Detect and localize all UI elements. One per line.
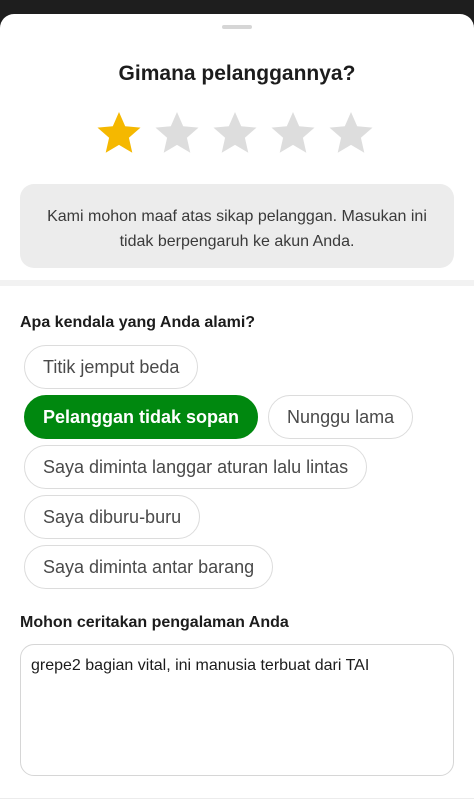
drag-handle[interactable] — [222, 25, 252, 29]
sheet-title: Gimana pelanggannya? — [118, 62, 356, 85]
apology-notice: Kami mohon maaf atas sikap pelanggan. Ma… — [20, 184, 454, 268]
star-5-icon[interactable] — [327, 109, 375, 157]
story-label: Mohon ceritakan pengalaman Anda — [20, 614, 289, 631]
issue-chip-nunggu-lama[interactable]: Nunggu lama — [268, 395, 414, 439]
star-3-icon[interactable] — [211, 109, 259, 157]
section-divider — [0, 280, 474, 286]
star-rating — [95, 109, 385, 161]
star-2-icon[interactable] — [153, 109, 201, 157]
issues-label: Apa kendala yang Anda alami? — [20, 314, 256, 331]
story-textarea[interactable]: grepe2 bagian vital, ini manusia terbuat… — [20, 644, 454, 776]
issue-chip-titik-jemput[interactable]: Titik jemput beda — [24, 345, 199, 389]
issue-chip-pelanggan-tidak-sopan[interactable]: Pelanggan tidak sopan — [24, 395, 259, 439]
issue-chip-diburu-buru[interactable]: Saya diburu-buru — [24, 495, 201, 539]
rating-bottom-sheet: Gimana pelanggannya? Kami mohon maaf ata… — [0, 14, 474, 811]
bottom-divider — [0, 798, 474, 799]
star-1-icon[interactable] — [95, 109, 143, 157]
issue-chip-antar-barang[interactable]: Saya diminta antar barang — [24, 545, 274, 589]
issue-options: Titik jemput beda Pelanggan tidak sopan … — [24, 345, 454, 595]
issue-chip-langgar-aturan[interactable]: Saya diminta langgar aturan lalu lintas — [24, 445, 368, 489]
star-4-icon[interactable] — [269, 109, 317, 157]
